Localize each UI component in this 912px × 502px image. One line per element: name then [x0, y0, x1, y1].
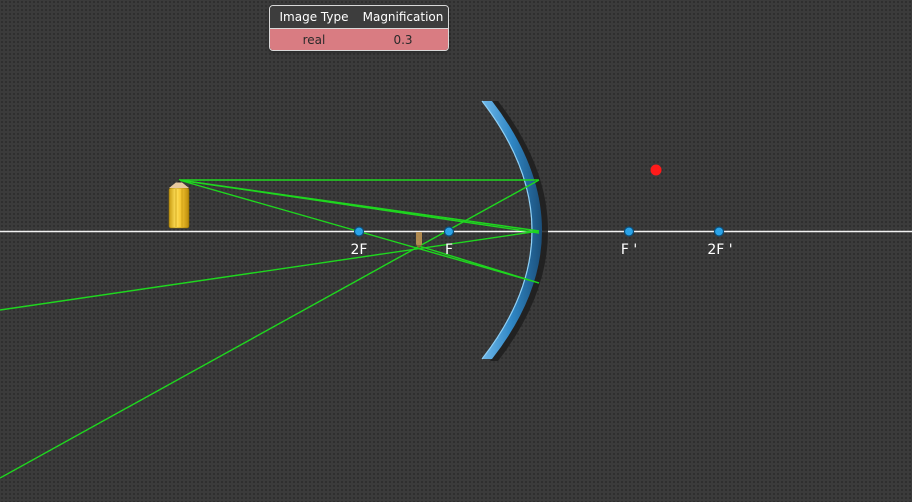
f-right-point[interactable] — [623, 226, 635, 237]
two-f-left-point[interactable] — [353, 226, 365, 237]
label-f-left: F — [445, 242, 453, 258]
header-image-type: Image Type — [279, 10, 349, 24]
light-rays — [0, 179, 540, 479]
f-left-point[interactable] — [443, 226, 455, 237]
value-image-type: real — [302, 32, 326, 47]
two-f-right-point[interactable] — [713, 226, 725, 237]
ray-vertex-reflected — [0, 230, 540, 311]
ray-focal-reflected — [418, 245, 540, 284]
table-row: real 0.3 — [270, 29, 448, 50]
optics-stage: 2F F F ' 2F ' Image Type Magnification r… — [0, 0, 912, 502]
table-header-row: Image Type Magnification — [270, 6, 448, 29]
ray-center-incident — [178, 179, 540, 234]
ray-parallel-reflected — [0, 179, 540, 479]
label-two-f-right: 2F ' — [707, 242, 732, 258]
image-info-table: Image Type Magnification real 0.3 — [269, 5, 449, 51]
value-magnification: 0.3 — [393, 32, 413, 47]
label-f-right: F ' — [621, 242, 637, 258]
pencil-object-icon[interactable] — [168, 180, 190, 229]
red-marker-point[interactable] — [650, 164, 662, 176]
label-two-f-left: 2F — [351, 242, 368, 258]
pencil-image-icon — [416, 232, 422, 248]
header-magnification: Magnification — [362, 10, 444, 24]
ray-diagram: 2F F F ' 2F ' — [0, 100, 912, 479]
